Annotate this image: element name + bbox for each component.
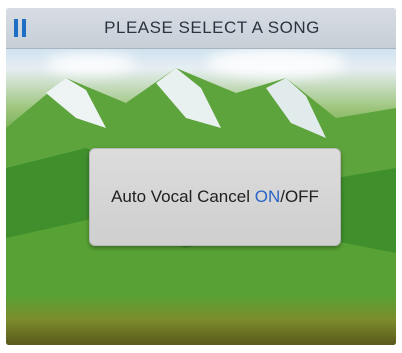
- foreground-trees: [6, 295, 396, 345]
- on-option[interactable]: ON: [255, 187, 281, 206]
- off-option[interactable]: /OFF: [280, 187, 319, 206]
- karaoke-screen: PLEASE SELECT A SONG Auto Vocal Cancel O…: [6, 8, 396, 345]
- vocal-cancel-prefix: Auto Vocal Cancel: [111, 187, 255, 206]
- title-bar: PLEASE SELECT A SONG: [6, 8, 396, 49]
- page-title: PLEASE SELECT A SONG: [104, 18, 320, 37]
- vocal-cancel-label: Auto Vocal Cancel ON/OFF: [90, 149, 340, 245]
- vocal-cancel-dialog[interactable]: Auto Vocal Cancel ON/OFF: [89, 148, 341, 246]
